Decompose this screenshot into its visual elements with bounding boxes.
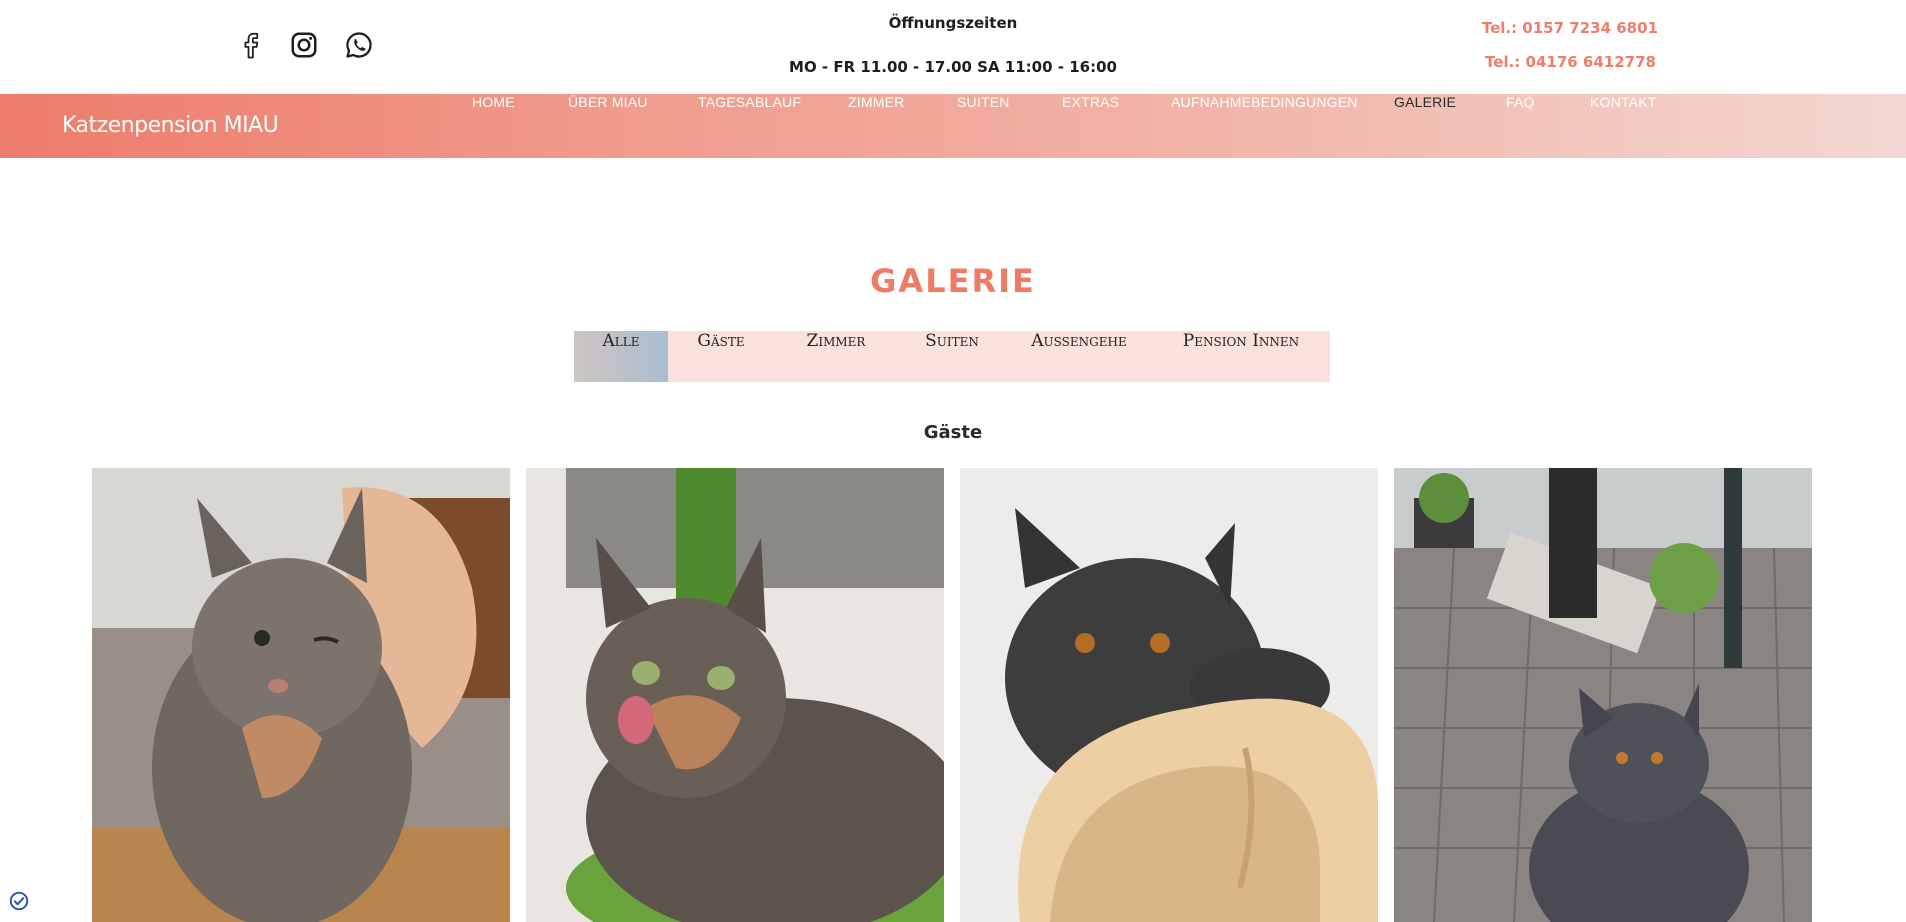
filter-pension-innen[interactable]: Pension Innen: [1152, 331, 1330, 382]
gallery-photo-1[interactable]: [92, 468, 510, 922]
filter-alle[interactable]: Alle: [574, 331, 668, 382]
gallery-photo-3[interactable]: [960, 468, 1378, 922]
filter-gaeste[interactable]: Gäste: [668, 331, 774, 382]
filter-zimmer[interactable]: Zimmer: [774, 331, 898, 382]
nav-item-ueber-miau[interactable]: ÜBER MIAU: [568, 94, 648, 158]
gallery-photo-2[interactable]: [526, 468, 944, 922]
gallery-photo-4[interactable]: [1394, 468, 1812, 922]
nav-item-extras[interactable]: EXTRAS: [1062, 94, 1119, 158]
nav-item-home[interactable]: HOME: [472, 94, 515, 158]
filter-aussengehe[interactable]: Aussengehe: [1006, 331, 1152, 382]
phone-number-2[interactable]: Tel.: 04176 6412778: [1485, 53, 1656, 71]
gallery-section-heading: Gäste: [923, 422, 983, 443]
cat-photo-image: [1394, 468, 1812, 922]
cat-photo-image: [526, 468, 944, 922]
nav-item-galerie[interactable]: GALERIE: [1394, 94, 1456, 158]
gallery-filter-bar: Alle Gäste Zimmer Suiten Aussengehe Pens…: [574, 331, 1330, 382]
filter-suiten[interactable]: Suiten: [898, 331, 1006, 382]
top-bar: Öffnungszeiten MO - FR 11.00 - 17.00 SA …: [0, 0, 1906, 94]
nav-item-faq[interactable]: FAQ: [1506, 94, 1535, 158]
facebook-icon[interactable]: [234, 28, 268, 62]
page-title: GALERIE: [870, 262, 1036, 300]
cat-photo-image: [960, 468, 1378, 922]
site-logo-text[interactable]: Katzenpension MIAU: [62, 94, 279, 158]
nav-item-kontakt[interactable]: KONTAKT: [1590, 94, 1656, 158]
nav-item-aufnahmebedingungen[interactable]: AUFNAHMEBEDINGUNGEN: [1171, 94, 1358, 158]
nav-item-tagesablauf[interactable]: TAGESABLAUF: [698, 94, 801, 158]
instagram-icon[interactable]: [287, 28, 321, 62]
nav-item-zimmer[interactable]: ZIMMER: [848, 94, 904, 158]
main-navigation: Katzenpension MIAU HOME ÜBER MIAU TAGESA…: [0, 94, 1906, 158]
phone-number-1[interactable]: Tel.: 0157 7234 6801: [1482, 19, 1658, 37]
cookie-settings-icon[interactable]: [8, 890, 30, 912]
cat-photo-image: [92, 468, 510, 922]
whatsapp-icon[interactable]: [342, 28, 376, 62]
nav-item-suiten[interactable]: SUITEN: [957, 94, 1010, 158]
